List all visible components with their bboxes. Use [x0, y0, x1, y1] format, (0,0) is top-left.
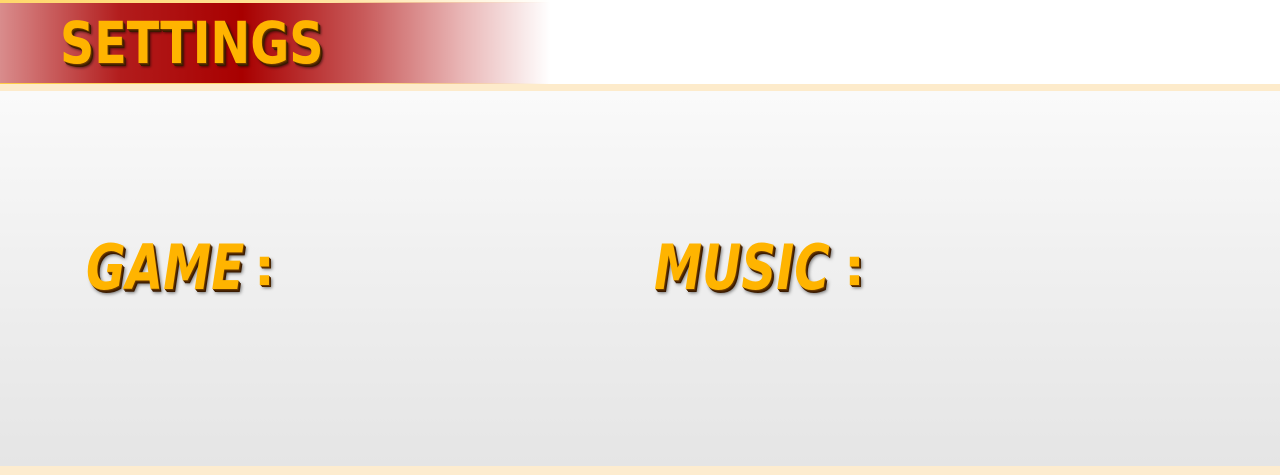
game-setting-label: GAME [86, 231, 245, 304]
game-setting: GAME : [86, 232, 289, 304]
settings-screen: SETTINGS GAME : MUSIC : [0, 0, 1280, 475]
game-setting-separator: : [254, 238, 275, 298]
header-divider [0, 84, 1280, 91]
title-banner: SETTINGS [0, 0, 550, 86]
footer-divider [0, 466, 1280, 475]
page-title: SETTINGS [60, 9, 324, 77]
music-setting-label: MUSIC [654, 231, 830, 304]
header-bar: SETTINGS [0, 0, 1280, 91]
music-setting-separator: : [844, 238, 865, 298]
music-setting: MUSIC : [654, 232, 879, 304]
